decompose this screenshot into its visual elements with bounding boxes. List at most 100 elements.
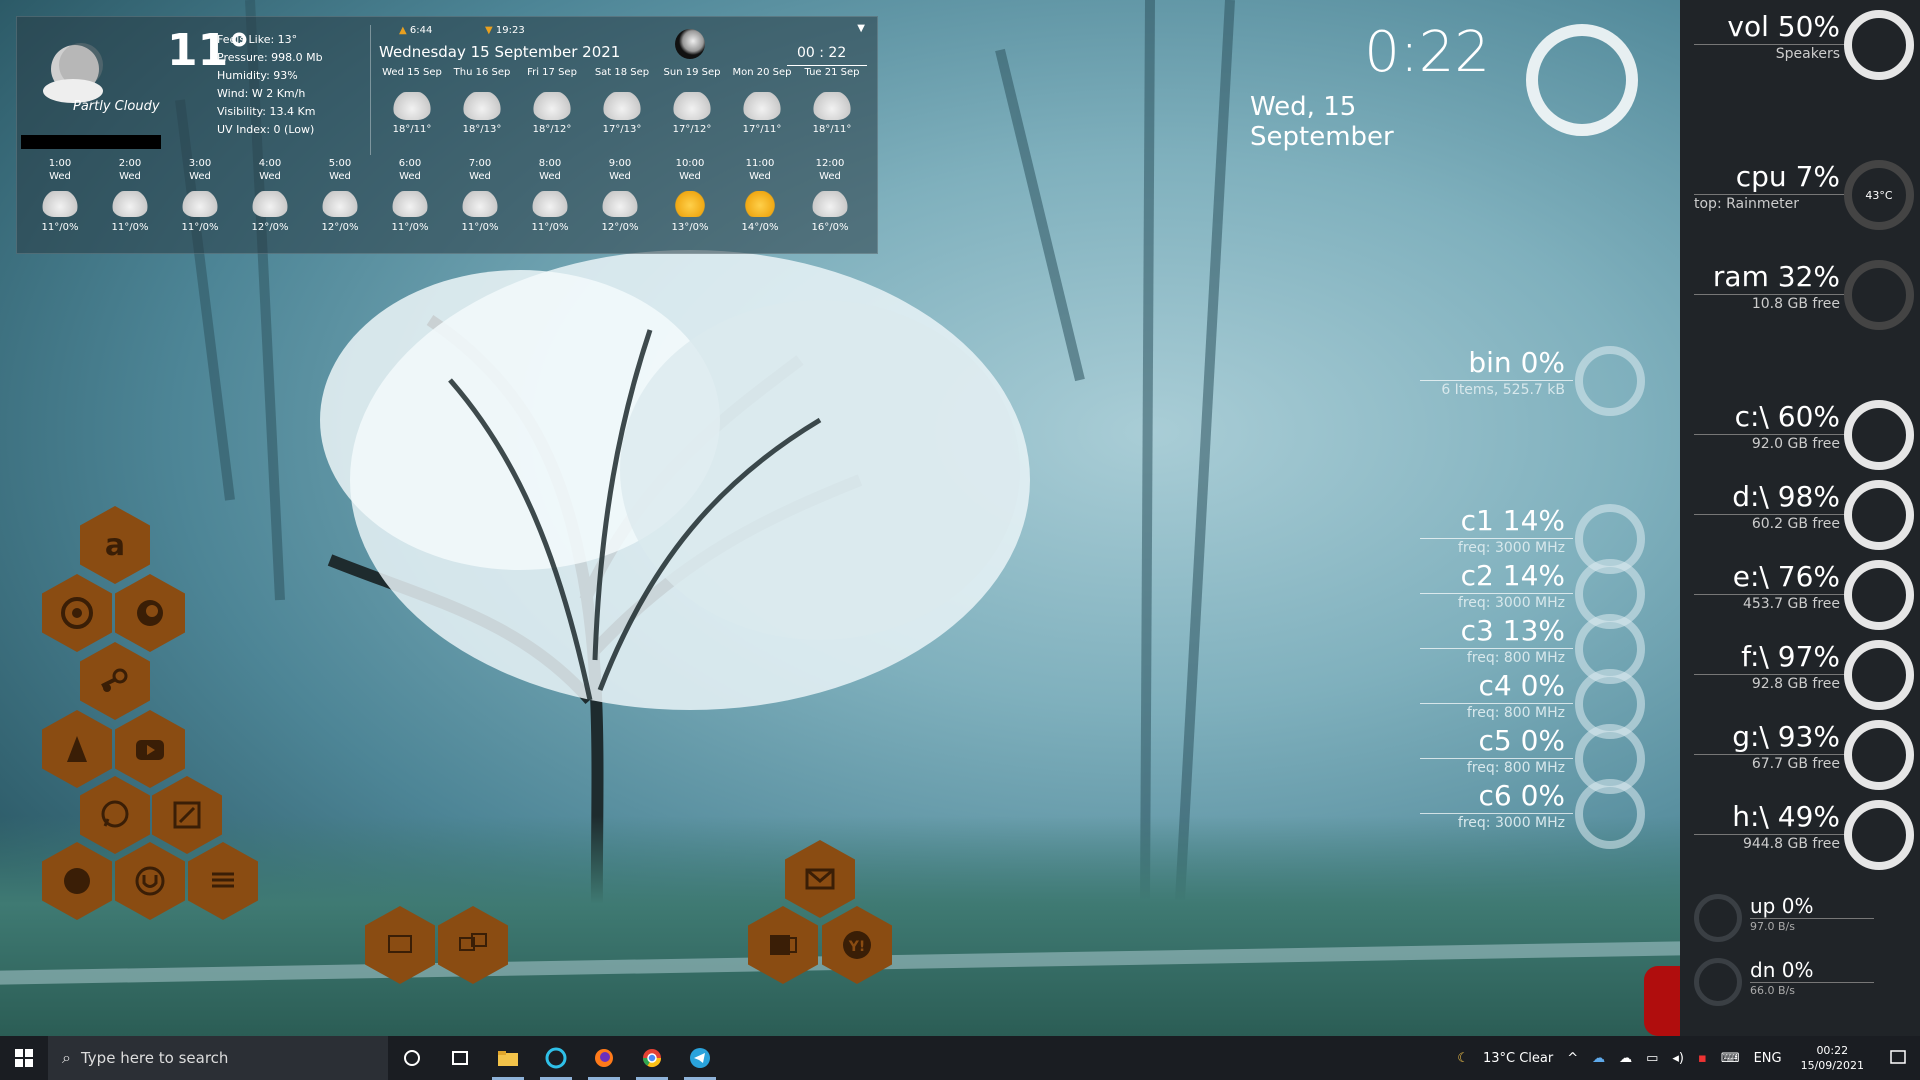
firefox-button[interactable] xyxy=(580,1036,628,1080)
language-indicator[interactable]: ENG xyxy=(1747,1051,1789,1066)
bin-label: bin 0% xyxy=(1468,346,1565,379)
chevron-up-icon[interactable]: ^ xyxy=(1560,1051,1585,1066)
hour-value: 12°/0% xyxy=(601,222,639,233)
volume-ring xyxy=(1844,10,1914,80)
hour-time: 7:00 xyxy=(468,158,492,169)
weather-bar xyxy=(21,135,161,149)
daily-forecast: Wed 15 Sep 18°/11° Thu 16 Sep 18°/13° Fri … xyxy=(377,67,867,135)
weather-widget[interactable]: 11° Partly Cloudy Feels Like: 13° Pressu… xyxy=(16,16,878,254)
chrome-button[interactable] xyxy=(628,1036,676,1080)
drive-meter[interactable]: e:\ 76% 453.7 GB free xyxy=(1694,560,1916,632)
notifications-button[interactable] xyxy=(1876,1036,1920,1080)
drive-free: 67.7 GB free xyxy=(1751,756,1840,772)
day-temps: 17°/13° xyxy=(602,124,642,135)
forecast-hour: 5:00 Wed 12°/0% xyxy=(305,157,375,234)
hour-value: 11°/0% xyxy=(461,222,499,233)
hour-value: 14°/0% xyxy=(741,222,779,233)
firefox-taskbar-icon xyxy=(595,1049,613,1067)
cloud-icon xyxy=(602,92,642,120)
download-label: dn 0% xyxy=(1750,958,1814,982)
hour-value: 12°/0% xyxy=(321,222,359,233)
hour-value: 11°/0% xyxy=(391,222,429,233)
forecast-day: Fri 17 Sep 18°/12° xyxy=(517,67,587,135)
hour-time: 3:00 xyxy=(188,158,212,169)
hour-day: Wed xyxy=(749,171,771,182)
day-name: Thu 16 Sep xyxy=(453,67,511,78)
cloud-icon xyxy=(462,92,502,120)
core-label: c5 0% xyxy=(1478,724,1565,757)
cortana-button[interactable] xyxy=(388,1036,436,1080)
speaker-icon[interactable]: ◂) xyxy=(1665,1051,1691,1066)
weather-details: Feels Like: 13° Pressure: 998.0 Mb Humid… xyxy=(217,31,323,139)
task-view-button[interactable] xyxy=(436,1036,484,1080)
red-tab[interactable] xyxy=(1644,966,1680,1036)
tray-clock[interactable]: 00:22 15/09/2021 xyxy=(1789,1043,1876,1073)
volume-divider xyxy=(1694,44,1846,45)
keyboard-icon[interactable]: ⌨ xyxy=(1714,1051,1747,1066)
day-name: Tue 21 Sep xyxy=(804,67,860,78)
hour-time: 8:00 xyxy=(538,158,562,169)
drive-meter[interactable]: f:\ 97% 92.8 GB free xyxy=(1694,640,1916,712)
taskbar: ⌕ Type here to search ☾ 13°C Clear ^ ☁ ☁… xyxy=(0,1036,1920,1080)
cpu-top-process: top: Rainmeter xyxy=(1694,196,1799,212)
hour-time: 11:00 xyxy=(745,158,775,169)
cloud-icon xyxy=(181,191,219,217)
humidity: Humidity: 93% xyxy=(217,69,298,82)
cpu-label: cpu 7% xyxy=(1735,160,1840,193)
telegram-button[interactable] xyxy=(676,1036,724,1080)
upload-divider xyxy=(1750,918,1874,919)
onedrive-icon[interactable]: ☁ xyxy=(1585,1051,1612,1066)
volume-device: Speakers xyxy=(1775,46,1840,62)
clock-date: Wed, 15 September xyxy=(1250,92,1394,152)
hour-day: Wed xyxy=(679,171,701,182)
weather-separator xyxy=(370,25,371,155)
network-icon[interactable]: ▭ xyxy=(1639,1051,1665,1066)
forecast-day: Sat 18 Sep 17°/13° xyxy=(587,67,657,135)
taskbar-search[interactable]: ⌕ Type here to search xyxy=(48,1036,388,1080)
upload-label: up 0% xyxy=(1750,894,1814,918)
drive-label: c:\ 60% xyxy=(1734,400,1840,433)
tray-weather[interactable]: 13°C Clear xyxy=(1476,1051,1560,1066)
core-label: c1 14% xyxy=(1460,504,1565,537)
drive-divider xyxy=(1694,754,1846,755)
hour-value: 13°/0% xyxy=(671,222,709,233)
drive-divider xyxy=(1694,434,1846,435)
drive-meter[interactable]: g:\ 93% 67.7 GB free xyxy=(1694,720,1916,792)
drive-meter[interactable]: d:\ 98% 60.2 GB free xyxy=(1694,480,1916,552)
collapse-arrow-icon[interactable]: ▼ xyxy=(857,23,865,34)
forecast-day: Sun 19 Sep 17°/12° xyxy=(657,67,727,135)
drive-meter[interactable]: h:\ 49% 944.8 GB free xyxy=(1694,800,1916,872)
cortana-icon xyxy=(404,1050,420,1066)
forecast-hour: 3:00 Wed 11°/0% xyxy=(165,157,235,234)
recycle-bin-widget[interactable]: bin 0% 6 Items, 525.7 kB xyxy=(1420,346,1645,418)
cloud-icon xyxy=(812,92,852,120)
core-label: c2 14% xyxy=(1460,559,1565,592)
notification-icon xyxy=(1890,1050,1906,1064)
forecast-day: Tue 21 Sep 18°/11° xyxy=(797,67,867,135)
hour-day: Wed xyxy=(119,171,141,182)
sunset-icon: ▼ xyxy=(485,25,493,36)
drive-meter[interactable]: c:\ 60% 92.0 GB free xyxy=(1694,400,1916,472)
drive-ring xyxy=(1844,720,1914,790)
cloud-icon[interactable]: ☁ xyxy=(1612,1051,1639,1066)
drive-free: 92.0 GB free xyxy=(1751,436,1840,452)
forecast-hour: 8:00 Wed 11°/0% xyxy=(515,157,585,234)
hour-value: 11°/0% xyxy=(111,222,149,233)
hour-day: Wed xyxy=(329,171,351,182)
browser-button[interactable] xyxy=(532,1036,580,1080)
volume-meter[interactable]: vol 50% Speakers xyxy=(1694,10,1916,82)
cloud-icon xyxy=(532,92,572,120)
system-sidebar: vol 50% Speakers cpu 7% top: Rainmeter 43°… xyxy=(1680,0,1920,1036)
drive-ring xyxy=(1844,480,1914,550)
hour-value: 11°/0% xyxy=(181,222,219,233)
cloud-icon xyxy=(672,92,712,120)
telegram-icon xyxy=(690,1048,710,1068)
volume-label: vol 50% xyxy=(1727,10,1840,43)
core-divider xyxy=(1420,648,1573,649)
file-explorer-button[interactable] xyxy=(484,1036,532,1080)
ram-meter: ram 32% 10.8 GB free xyxy=(1694,260,1916,332)
tray-app-icon[interactable]: ▪ xyxy=(1691,1051,1714,1066)
start-button[interactable] xyxy=(0,1036,48,1080)
core-freq: freq: 3000 MHz xyxy=(1457,540,1565,556)
bin-divider xyxy=(1420,380,1573,381)
